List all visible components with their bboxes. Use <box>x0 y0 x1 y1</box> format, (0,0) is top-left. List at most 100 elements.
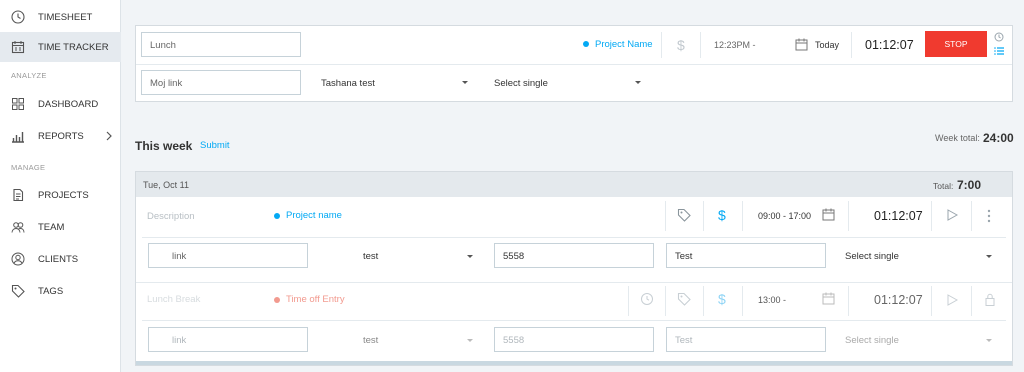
entry-description[interactable]: Lunch Break <box>147 294 200 305</box>
clock-mode-icon[interactable] <box>994 32 1004 42</box>
divider <box>851 32 852 58</box>
calendar-icon[interactable] <box>822 208 835 221</box>
clock-icon[interactable] <box>640 292 654 306</box>
team-icon <box>11 220 25 234</box>
select-single[interactable]: Select single <box>494 78 548 89</box>
sidebar-item-label: TAGS <box>38 286 64 297</box>
day-date: Tue, Oct 11 <box>143 180 190 190</box>
billable-dollar-icon[interactable]: $ <box>717 208 727 222</box>
bar-chart-icon <box>11 129 25 143</box>
entry-project[interactable]: Project name <box>286 210 342 221</box>
divider <box>665 286 666 316</box>
billable-dollar-icon[interactable]: $ <box>717 292 727 306</box>
divider <box>142 237 1006 238</box>
sidebar-item-label: TEAM <box>38 222 65 233</box>
number-field[interactable]: 5558 <box>494 243 654 268</box>
grid-icon <box>11 97 25 111</box>
clock-icon <box>11 10 25 24</box>
divider <box>931 286 932 316</box>
select-single[interactable]: Select single <box>845 251 899 262</box>
sidebar-item-clients[interactable]: CLIENTS <box>0 244 121 274</box>
tag-icon[interactable] <box>677 208 691 222</box>
svg-text:$: $ <box>677 38 685 52</box>
custom-field-select[interactable]: test <box>363 251 378 262</box>
list-mode-icon[interactable] <box>994 46 1004 56</box>
text-field[interactable]: Test <box>666 243 826 268</box>
divider <box>142 320 1006 321</box>
sidebar-item-dashboard[interactable]: DASHBOARD <box>0 89 121 119</box>
play-icon[interactable] <box>946 209 958 221</box>
sidebar-item-team[interactable]: TEAM <box>0 212 121 242</box>
user-icon <box>11 252 25 266</box>
custom-field-select[interactable]: Tashana test <box>321 78 375 89</box>
project-color-dot <box>274 297 280 303</box>
link-input[interactable]: Moj link <box>141 70 301 95</box>
lock-icon <box>985 293 995 306</box>
submit-link[interactable]: Submit <box>200 140 230 151</box>
entry-link-input[interactable]: link <box>148 243 308 268</box>
day-total-label: Total: <box>933 181 954 191</box>
timer-duration: 01:12:07 <box>865 38 914 52</box>
time-range[interactable]: 12:23PM - <box>714 40 756 50</box>
calendar-icon[interactable] <box>822 292 835 305</box>
svg-text:$: $ <box>718 208 726 222</box>
entry-description[interactable]: Description <box>147 211 195 222</box>
section-label-manage: MANAGE <box>11 163 46 172</box>
chevron-down-icon[interactable] <box>467 255 473 258</box>
divider <box>661 32 662 58</box>
day-total-value: 7:00 <box>957 178 982 192</box>
entry-time-range[interactable]: 13:00 - <box>758 295 786 305</box>
divider <box>703 201 704 231</box>
sidebar-item-reports[interactable]: REPORTS <box>0 121 121 151</box>
section-label-analyze: ANALYZE <box>11 71 47 80</box>
scroll-indicator <box>136 361 1012 365</box>
sidebar-item-projects[interactable]: PROJECTS <box>0 180 121 210</box>
calendar-icon[interactable] <box>795 38 808 51</box>
sidebar-item-label: REPORTS <box>38 131 84 142</box>
chevron-right-icon <box>104 129 114 143</box>
divider <box>848 286 849 316</box>
custom-field-select[interactable]: test <box>363 335 378 346</box>
entry-project[interactable]: Time off Entry <box>286 294 345 305</box>
divider <box>700 32 701 58</box>
calendar-icon <box>11 40 25 54</box>
tag-icon <box>11 284 25 298</box>
divider <box>136 64 1012 65</box>
svg-text:$: $ <box>718 292 726 306</box>
chevron-down-icon[interactable] <box>635 81 641 84</box>
entry-duration: 01:12:07 <box>874 209 923 223</box>
entry-link-input[interactable]: link <box>148 327 308 352</box>
tag-icon[interactable] <box>677 292 691 306</box>
billable-dollar-icon[interactable]: $ <box>676 38 686 52</box>
divider <box>971 201 972 231</box>
entry-time-range[interactable]: 09:00 - 17:00 <box>758 211 811 221</box>
stop-button[interactable]: STOP <box>925 31 987 57</box>
project-selector[interactable]: Project Name <box>595 39 653 50</box>
play-icon[interactable] <box>946 294 958 306</box>
sidebar-item-label: TIMESHEET <box>38 12 93 23</box>
text-field[interactable]: Test <box>666 327 826 352</box>
week-total-value: 24:00 <box>983 131 1014 145</box>
select-single[interactable]: Select single <box>845 335 899 346</box>
day-header <box>136 172 1012 197</box>
chevron-down-icon[interactable] <box>462 81 468 84</box>
divider <box>136 282 1012 283</box>
divider <box>665 201 666 231</box>
description-input[interactable]: Lunch <box>141 32 301 57</box>
sidebar: TIMESHEET TIME TRACKER ANALYZE DASHBOARD… <box>0 0 121 372</box>
date-label[interactable]: Today <box>815 40 839 50</box>
sidebar-item-timesheet[interactable]: TIMESHEET <box>0 2 121 32</box>
chevron-down-icon[interactable] <box>467 339 473 342</box>
sidebar-item-label: PROJECTS <box>38 190 89 201</box>
chevron-down-icon[interactable] <box>986 339 992 342</box>
week-title: This week <box>135 139 193 153</box>
more-options-icon[interactable] <box>987 209 991 223</box>
divider <box>931 201 932 231</box>
divider <box>971 286 972 316</box>
number-field[interactable]: 5558 <box>494 327 654 352</box>
sidebar-item-tags[interactable]: TAGS <box>0 276 121 306</box>
sidebar-item-time-tracker[interactable]: TIME TRACKER <box>0 32 121 62</box>
project-color-dot <box>583 41 589 47</box>
chevron-down-icon[interactable] <box>986 255 992 258</box>
divider <box>628 286 629 316</box>
